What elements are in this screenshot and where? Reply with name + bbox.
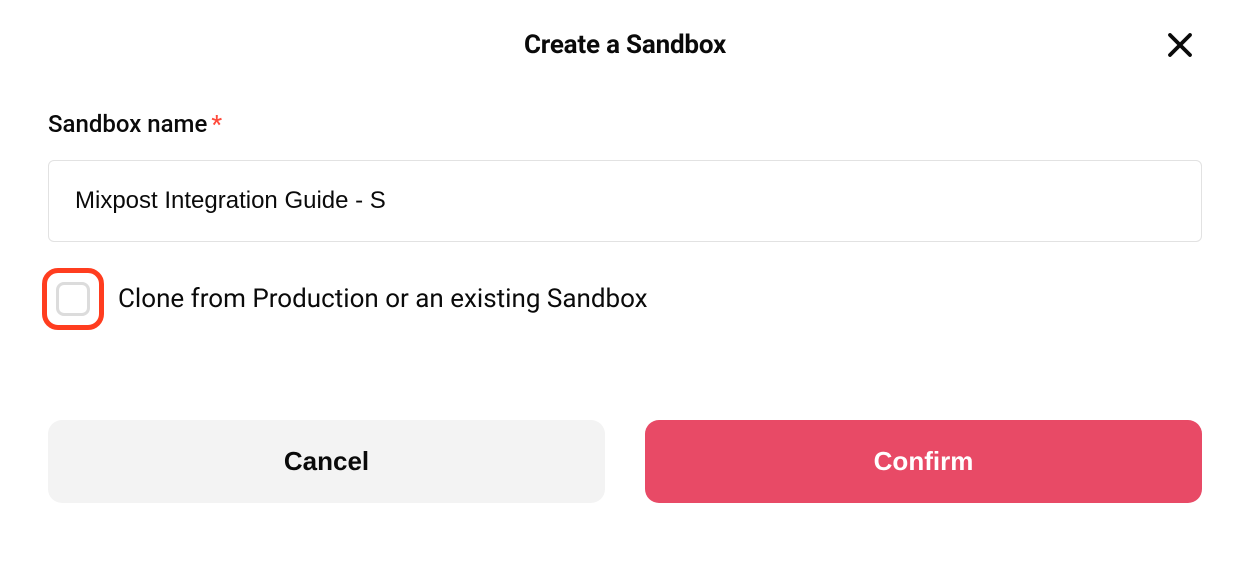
clone-checkbox-label: Clone from Production or an existing San…: [118, 284, 648, 314]
cancel-button[interactable]: Cancel: [48, 420, 605, 503]
checkbox-highlight-ring: [42, 268, 104, 330]
sandbox-name-input[interactable]: [48, 160, 1202, 242]
close-button[interactable]: [1162, 28, 1198, 64]
sandbox-name-label-text: Sandbox name: [48, 110, 207, 138]
modal-title: Create a Sandbox: [48, 30, 1202, 60]
create-sandbox-modal: Create a Sandbox Sandbox name* Clone fro…: [0, 0, 1250, 543]
modal-header: Create a Sandbox: [48, 30, 1202, 60]
clone-checkbox[interactable]: [56, 282, 90, 316]
clone-checkbox-row: Clone from Production or an existing San…: [48, 268, 1202, 330]
confirm-button[interactable]: Confirm: [645, 420, 1202, 503]
sandbox-name-label: Sandbox name*: [48, 110, 1202, 138]
required-asterisk: *: [211, 110, 222, 138]
close-icon: [1165, 30, 1195, 63]
sandbox-name-group: Sandbox name*: [48, 110, 1202, 242]
modal-button-row: Cancel Confirm: [48, 420, 1202, 503]
